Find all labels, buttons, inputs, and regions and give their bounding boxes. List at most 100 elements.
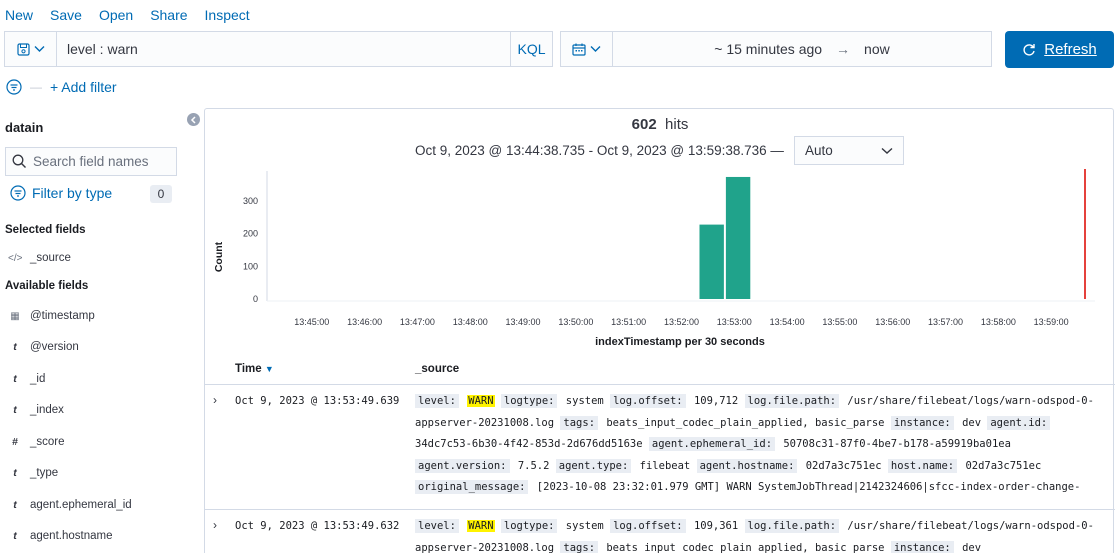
top-nav-menu: New Save Open Share Inspect [0,0,1117,30]
discover-app: { "topmenu": { "new": "New", "save": "Sa… [0,0,1117,553]
query-bar: level : warn KQL [4,31,553,67]
time-start[interactable]: ~ 15 minutes ago [714,41,822,57]
x-tick-label: 13:48:00 [453,317,488,327]
x-tick-label: 13:54:00 [770,317,805,327]
y-tick-label: 300 [243,196,258,206]
query-input[interactable]: level : warn [57,41,510,57]
share-button[interactable]: Share [150,7,187,23]
filter-by-type-button[interactable]: Filter by type [10,185,112,201]
time-end[interactable]: now [864,41,890,57]
row-source: level: WARN logtype: system log.offset: … [415,391,1105,499]
sort-desc-icon[interactable]: ▼ [265,364,274,374]
source-field-value: 02d7a3c751ec [965,459,1042,472]
source-field-key: tags: [560,415,599,430]
source-field-value: system [565,520,604,532]
x-axis-label: indexTimestamp per 30 seconds [595,336,765,348]
kql-language-toggle[interactable]: KQL [510,32,552,66]
field-item-timestamp[interactable]: ▦ @timestamp [8,310,95,322]
histogram-bar[interactable] [699,224,724,299]
field-name: agent.hostname [30,530,113,542]
source-field-value: [2023-10-08 23:32:01.979 GMT] WARN Syste… [536,481,1081,493]
field-item-index[interactable]: t _index [8,404,64,416]
field-item-type[interactable]: t _type [8,467,58,479]
refresh-label: Refresh [1044,41,1097,58]
collapse-sidebar-button[interactable] [187,113,200,126]
field-item-id[interactable]: t _id [8,373,45,385]
save-button[interactable]: Save [50,7,82,23]
time-interval-text: Oct 9, 2023 @ 13:44:38.735 - Oct 9, 2023… [415,142,784,158]
time-range: ~ 15 minutes ago → now [613,41,991,57]
source-field-value: dev [962,416,982,429]
time-column-label: Time [235,363,262,375]
y-axis-label: Count [213,241,225,272]
inspect-button[interactable]: Inspect [205,7,250,23]
source-field-key: host.name: [887,458,958,473]
chevron-down-icon [34,46,44,52]
available-fields-heading: Available fields [5,280,89,292]
field-name: @timestamp [30,310,95,322]
interval-select[interactable]: Auto [794,136,904,165]
quick-select-button[interactable] [561,32,613,66]
source-field-value: WARN [467,520,495,532]
string-type-icon: t [13,341,17,353]
string-type-icon: t [13,530,17,542]
source-field-value: beats_input_codec_plain_applied, basic_p… [606,541,885,553]
expand-row-icon[interactable]: › [213,393,217,407]
saved-query-button[interactable] [5,32,57,66]
search-icon [12,154,26,168]
chevron-left-icon [190,115,196,124]
x-tick-label: 13:49:00 [506,317,541,327]
field-search-placeholder: Search field names [33,154,149,169]
row-time: Oct 9, 2023 @ 13:53:49.639 [235,395,400,407]
x-tick-label: 13:51:00 [611,317,646,327]
source-field-value: system [565,395,604,407]
field-name: _id [30,373,46,385]
expand-row-icon[interactable]: › [213,518,217,532]
source-field-key: logtype: [500,519,558,533]
source-field-key: instance: [890,540,954,553]
field-search-input[interactable]: Search field names [5,147,177,176]
refresh-icon [1023,43,1035,56]
interval-select-value: Auto [805,143,833,158]
index-pattern-title[interactable]: datain [5,120,43,135]
field-item-agent-hostname[interactable]: t agent.hostname [8,530,112,542]
y-tick-label: 0 [253,294,258,304]
field-name: _index [30,404,64,416]
field-name: _type [30,467,59,479]
add-filter-button[interactable]: + Add filter [50,79,117,95]
filter-divider: — [30,80,42,94]
field-item-source[interactable]: </> _source [8,252,71,264]
new-button[interactable]: New [5,7,33,23]
chevron-down-icon [590,46,601,52]
source-field-value: WARN [467,395,495,407]
refresh-button[interactable]: Refresh [1005,31,1114,68]
x-tick-label: 13:59:00 [1034,317,1069,327]
field-sidebar: datain Search field names Filter by type… [0,108,200,553]
field-item-version[interactable]: t @version [8,341,79,353]
time-column-header[interactable]: Time ▼ [235,363,274,375]
filter-options-icon[interactable] [6,79,22,95]
field-item-agent-ephemeral-id[interactable]: t agent.ephemeral_id [8,499,132,511]
x-tick-label: 13:50:00 [558,317,593,327]
source-field-key: logtype: [500,394,558,408]
source-field-key: tags: [560,540,599,553]
filter-bar: — + Add filter [6,78,117,96]
x-tick-label: 13:52:00 [664,317,699,327]
source-field-value: beats_input_codec_plain_applied, basic_p… [606,416,885,429]
field-name: agent.ephemeral_id [30,499,132,511]
histogram-bar[interactable] [725,176,751,299]
source-field-value: 02d7a3c751ec [805,459,882,472]
field-name: @version [30,341,79,353]
x-tick-label: 13:56:00 [875,317,910,327]
source-field-value: dev [962,541,982,553]
source-field-key: instance: [890,415,954,430]
source-field-value: 7.5.2 [517,459,550,472]
source-field-key: log.offset: [610,519,686,533]
row-divider [205,384,1115,385]
field-item-score[interactable]: # _score [8,436,64,448]
row-divider [205,509,1115,510]
open-button[interactable]: Open [99,7,133,23]
source-field-value: 109,361 [693,520,739,532]
number-type-icon: # [12,436,18,448]
table-header: Time ▼ _source [205,361,1115,383]
